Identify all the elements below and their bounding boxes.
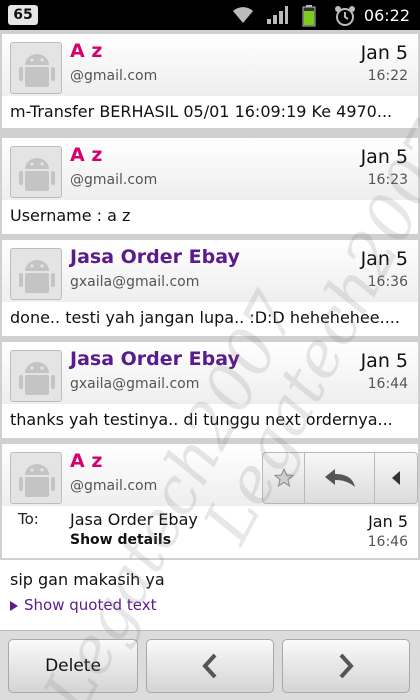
reply-icon [324,469,355,487]
message-preview: Username : a z [10,206,131,225]
star-icon [273,468,294,488]
message-date: Jan 5 [360,248,408,270]
avatar[interactable] [10,248,62,300]
sender-email: gxaila@gmail.com [70,376,200,392]
android-icon [19,54,55,87]
sender-name: Jasa Order Ebay [70,348,240,370]
status-bar: 65 06:22 [0,0,420,30]
sender-email: @gmail.com [70,172,158,188]
chevron-left-icon [202,653,217,679]
conversation-view: A z @gmail.com Jan 5 16:22 m-Transfer BE… [0,30,420,630]
android-icon [19,362,55,395]
sender-name: A z [70,40,103,62]
sender-email: @gmail.com [70,68,158,84]
message-date: Jan 5 [368,512,408,531]
message-card[interactable]: Jasa Order Ebay gxaila@gmail.com Jan 5 1… [2,240,418,336]
message-card[interactable]: A z @gmail.com Jan 5 16:22 m-Transfer BE… [2,34,418,128]
message-card[interactable]: Jasa Order Ebay gxaila@gmail.com Jan 5 1… [2,342,418,438]
avatar[interactable] [10,146,62,198]
message-date: Jan 5 [360,350,408,372]
sender-email: @gmail.com [70,478,158,494]
show-quoted-text-label: Show quoted text [24,596,157,614]
delete-button-label: Delete [45,656,101,676]
show-quoted-text-link[interactable]: Show quoted text [10,596,156,614]
sender-name: A z [70,144,103,166]
previous-message-button[interactable] [146,639,274,693]
expand-arrow-icon [10,600,18,611]
message-time: 16:36 [367,274,408,290]
message-card[interactable]: A z @gmail.com Jan 5 16:23 Username : a … [2,138,418,234]
show-details-link[interactable]: Show details [70,532,171,548]
reply-button[interactable] [305,453,375,503]
star-button[interactable] [263,453,305,503]
message-preview: thanks yah testinya.. di tunggu next ord… [10,410,393,429]
current-message-header: A z @gmail.com To: Jasa Order Ebay Show … [2,444,418,558]
message-time: 16:22 [367,68,408,84]
delete-button[interactable]: Delete [8,639,138,693]
alarm-icon [334,5,356,31]
message-date: Jan 5 [360,42,408,64]
android-icon [19,464,55,497]
message-preview: m-Transfer BERHASIL 05/01 16:09:19 Ke 49… [10,102,393,121]
message-time: 16:44 [367,376,408,392]
chevron-left-icon [392,471,400,485]
message-preview: done.. testi yah jangan lupa.. :D:D hehe… [10,308,400,327]
message-time: 16:46 [367,534,408,550]
avatar[interactable] [10,42,62,94]
more-actions-button[interactable] [375,453,417,503]
bottom-action-bar: Delete [0,630,420,700]
message-time: 16:23 [367,172,408,188]
message-date: Jan 5 [360,146,408,168]
android-icon [19,158,55,191]
signal-icon [266,5,288,29]
avatar[interactable] [10,350,62,402]
battery-icon [302,5,316,31]
message-actions [262,452,418,504]
android-icon [19,260,55,293]
message-body: sip gan makasih ya Show quoted text [0,560,420,630]
to-label: To: [18,510,39,528]
sender-name: Jasa Order Ebay [70,246,240,268]
notification-count-badge[interactable]: 65 [8,5,38,25]
avatar[interactable] [10,452,62,504]
sender-name: A z [70,450,103,472]
chevron-right-icon [339,653,354,679]
next-message-button[interactable] [282,639,410,693]
clock: 06:22 [363,6,410,25]
sender-email: gxaila@gmail.com [70,274,200,290]
message-body-text: sip gan makasih ya [10,570,165,589]
recipient-name: Jasa Order Ebay [70,510,198,529]
wifi-icon [232,5,254,29]
